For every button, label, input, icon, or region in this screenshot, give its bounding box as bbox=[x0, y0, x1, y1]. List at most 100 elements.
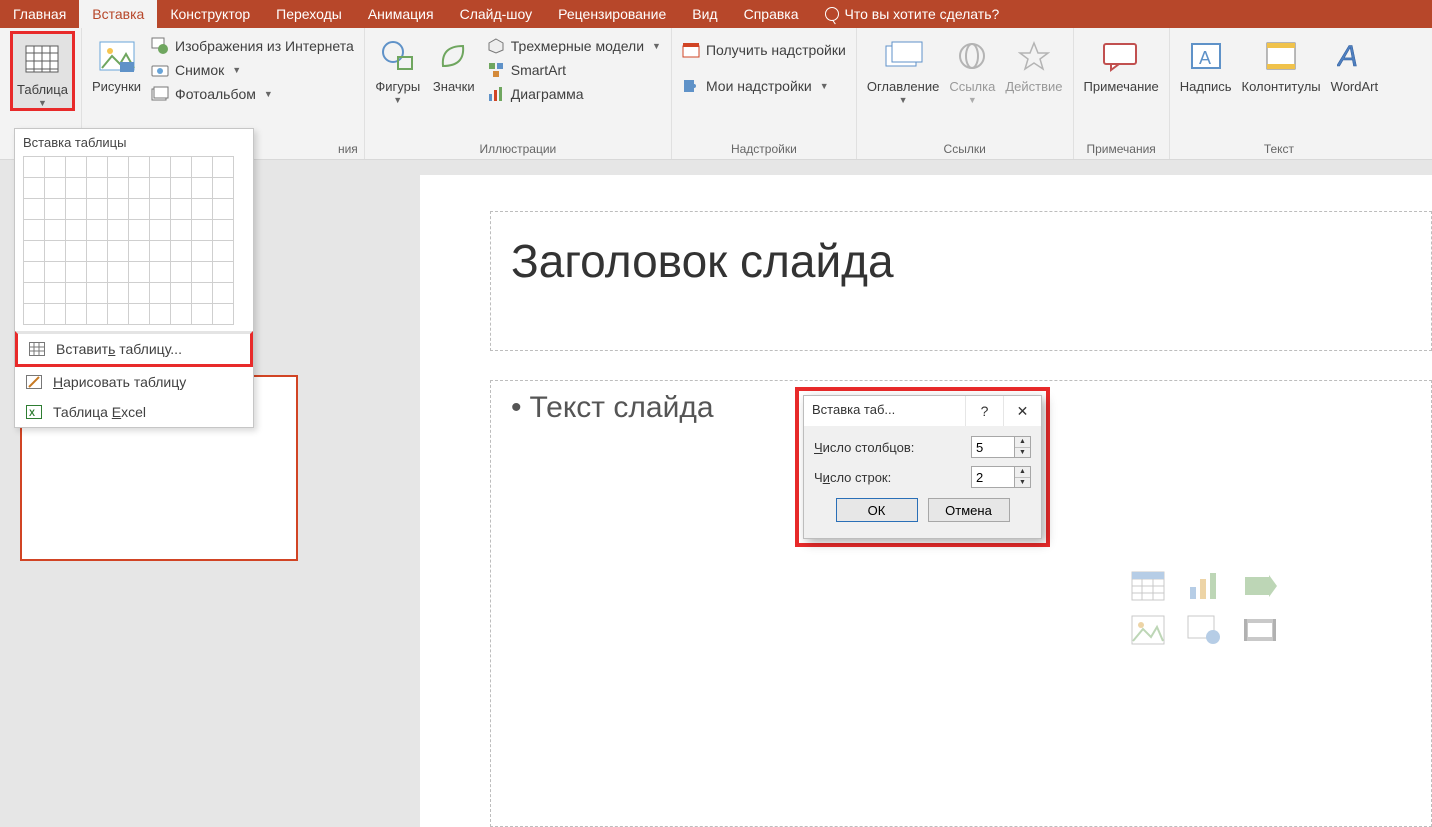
wordart-icon: A bbox=[1331, 35, 1377, 77]
dialog-help-button[interactable]: ? bbox=[965, 396, 1003, 426]
textbox-icon: A bbox=[1183, 35, 1229, 77]
photo-album-button[interactable]: Фотоальбом ▼ bbox=[147, 83, 358, 105]
puzzle-icon bbox=[682, 77, 700, 95]
tab-design[interactable]: Конструктор bbox=[157, 0, 263, 28]
screenshot-button[interactable]: Снимок ▼ bbox=[147, 59, 358, 81]
tab-help[interactable]: Справка bbox=[731, 0, 812, 28]
comment-button[interactable]: Примечание bbox=[1080, 31, 1163, 95]
insert-table-dialog-highlight: Вставка таб... ? ✕ Число столбцов: ▲▼ Чи… bbox=[795, 387, 1050, 547]
tab-insert[interactable]: Вставка bbox=[79, 0, 157, 28]
tab-home[interactable]: Главная bbox=[0, 0, 79, 28]
insert-table-icon[interactable] bbox=[1131, 571, 1165, 601]
pictures-button[interactable]: Рисунки bbox=[88, 31, 145, 95]
table-button[interactable]: Таблица ▼ bbox=[10, 31, 75, 111]
zoom-icon bbox=[880, 35, 926, 77]
placeholder-content-icons bbox=[1131, 571, 1281, 659]
spin-down-icon[interactable]: ▼ bbox=[1015, 478, 1030, 488]
table-icon bbox=[19, 38, 65, 80]
slide-title-text: Заголовок слайда bbox=[511, 234, 1411, 288]
columns-spinner[interactable]: ▲▼ bbox=[971, 436, 1031, 458]
group-comments: Примечание Примечания bbox=[1074, 28, 1170, 159]
get-addins-button[interactable]: Получить надстройки bbox=[678, 39, 850, 61]
comment-icon bbox=[1098, 35, 1144, 77]
svg-text:A: A bbox=[1337, 40, 1358, 72]
chevron-down-icon: ▼ bbox=[393, 95, 402, 105]
link-icon bbox=[949, 35, 995, 77]
svg-text:X: X bbox=[29, 408, 35, 418]
table-icon bbox=[28, 340, 46, 358]
insert-smartart-icon[interactable] bbox=[1243, 571, 1277, 601]
spin-up-icon[interactable]: ▲ bbox=[1015, 437, 1030, 448]
svg-text:A: A bbox=[1199, 48, 1211, 68]
dialog-title: Вставка таб... bbox=[804, 396, 965, 426]
insert-chart-icon[interactable] bbox=[1187, 571, 1221, 601]
picture-icon bbox=[94, 35, 140, 77]
draw-table-menu-item[interactable]: Нарисовать таблицу bbox=[15, 367, 253, 397]
pencil-table-icon bbox=[25, 373, 43, 391]
store-icon bbox=[682, 41, 700, 59]
textbox-button[interactable]: A Надпись bbox=[1176, 31, 1236, 95]
tab-slideshow[interactable]: Слайд-шоу bbox=[447, 0, 546, 28]
insert-table-menu-item[interactable]: Вставить таблицу... bbox=[15, 331, 253, 367]
pictures-button-label: Рисунки bbox=[92, 79, 141, 95]
title-placeholder[interactable]: Заголовок слайда bbox=[490, 211, 1432, 351]
leaf-icon bbox=[431, 35, 477, 77]
smartart-icon bbox=[487, 61, 505, 79]
shapes-icon bbox=[375, 35, 421, 77]
shapes-button[interactable]: Фигуры ▼ bbox=[371, 31, 425, 105]
columns-input[interactable] bbox=[972, 437, 1014, 457]
spin-up-icon[interactable]: ▲ bbox=[1015, 467, 1030, 478]
group-text: A Надпись Колонтитулы A WordArt Текст bbox=[1170, 28, 1388, 159]
tab-view[interactable]: Вид bbox=[679, 0, 730, 28]
spin-down-icon[interactable]: ▼ bbox=[1015, 448, 1030, 458]
rows-spinner[interactable]: ▲▼ bbox=[971, 466, 1031, 488]
my-addins-button[interactable]: Мои надстройки ▼ bbox=[678, 75, 833, 97]
tell-me-search[interactable]: Что вы хотите сделать? bbox=[812, 0, 1013, 28]
chevron-down-icon: ▼ bbox=[899, 95, 908, 105]
insert-table-grid[interactable] bbox=[15, 156, 253, 331]
group-addins: Получить надстройки Мои надстройки ▼ Над… bbox=[672, 28, 857, 159]
cancel-button[interactable]: Отмена bbox=[928, 498, 1010, 522]
tab-review[interactable]: Рецензирование bbox=[545, 0, 679, 28]
excel-icon: X bbox=[25, 403, 43, 421]
chevron-down-icon: ▼ bbox=[232, 65, 241, 75]
insert-online-picture-icon[interactable] bbox=[1187, 615, 1221, 645]
insert-table-dialog: Вставка таб... ? ✕ Число столбцов: ▲▼ Чи… bbox=[803, 395, 1042, 539]
chevron-down-icon: ▼ bbox=[968, 95, 977, 105]
chevron-down-icon: ▼ bbox=[820, 81, 829, 91]
chart-button[interactable]: Диаграмма bbox=[483, 83, 665, 105]
dialog-titlebar: Вставка таб... ? ✕ bbox=[804, 396, 1041, 426]
table-dropdown: Вставка таблицы Вставить таблицу... Нари… bbox=[14, 128, 254, 428]
ok-button[interactable]: ОК bbox=[836, 498, 918, 522]
group-addins-label: Надстройки bbox=[678, 142, 850, 159]
rows-label: Число строк: bbox=[814, 470, 891, 485]
dialog-close-button[interactable]: ✕ bbox=[1003, 396, 1041, 426]
chevron-down-icon: ▼ bbox=[38, 98, 47, 108]
3d-models-button[interactable]: Трехмерные модели ▼ bbox=[483, 35, 665, 57]
wordart-button[interactable]: A WordArt bbox=[1327, 31, 1382, 95]
globe-picture-icon bbox=[151, 37, 169, 55]
header-footer-button[interactable]: Колонтитулы bbox=[1238, 31, 1325, 95]
group-illustrations: Фигуры ▼ Значки Трехмерные модели ▼ Smar… bbox=[365, 28, 672, 159]
tell-me-placeholder: Что вы хотите сделать? bbox=[845, 6, 1000, 22]
online-images-button[interactable]: Изображения из Интернета bbox=[147, 35, 358, 57]
zoom-button[interactable]: Оглавление ▼ bbox=[863, 31, 943, 105]
tab-animations[interactable]: Анимация bbox=[355, 0, 447, 28]
excel-table-menu-item[interactable]: X Таблица Excel bbox=[15, 397, 253, 427]
smartart-button[interactable]: SmartArt bbox=[483, 59, 665, 81]
icons-button[interactable]: Значки bbox=[427, 31, 481, 95]
album-icon bbox=[151, 85, 169, 103]
cube-icon bbox=[487, 37, 505, 55]
tab-transitions[interactable]: Переходы bbox=[263, 0, 355, 28]
dropdown-title: Вставка таблицы bbox=[15, 129, 253, 156]
lightbulb-icon bbox=[825, 7, 839, 21]
rows-input[interactable] bbox=[972, 467, 1014, 487]
link-button[interactable]: Ссылка ▼ bbox=[945, 31, 999, 105]
group-links-label: Ссылки bbox=[863, 142, 1067, 159]
action-button[interactable]: Действие bbox=[1001, 31, 1066, 95]
insert-picture-icon[interactable] bbox=[1131, 615, 1165, 645]
group-links: Оглавление ▼ Ссылка ▼ Действие Ссылки bbox=[857, 28, 1074, 159]
insert-video-icon[interactable] bbox=[1243, 615, 1277, 645]
chevron-down-icon: ▼ bbox=[652, 41, 661, 51]
chevron-down-icon: ▼ bbox=[264, 89, 273, 99]
